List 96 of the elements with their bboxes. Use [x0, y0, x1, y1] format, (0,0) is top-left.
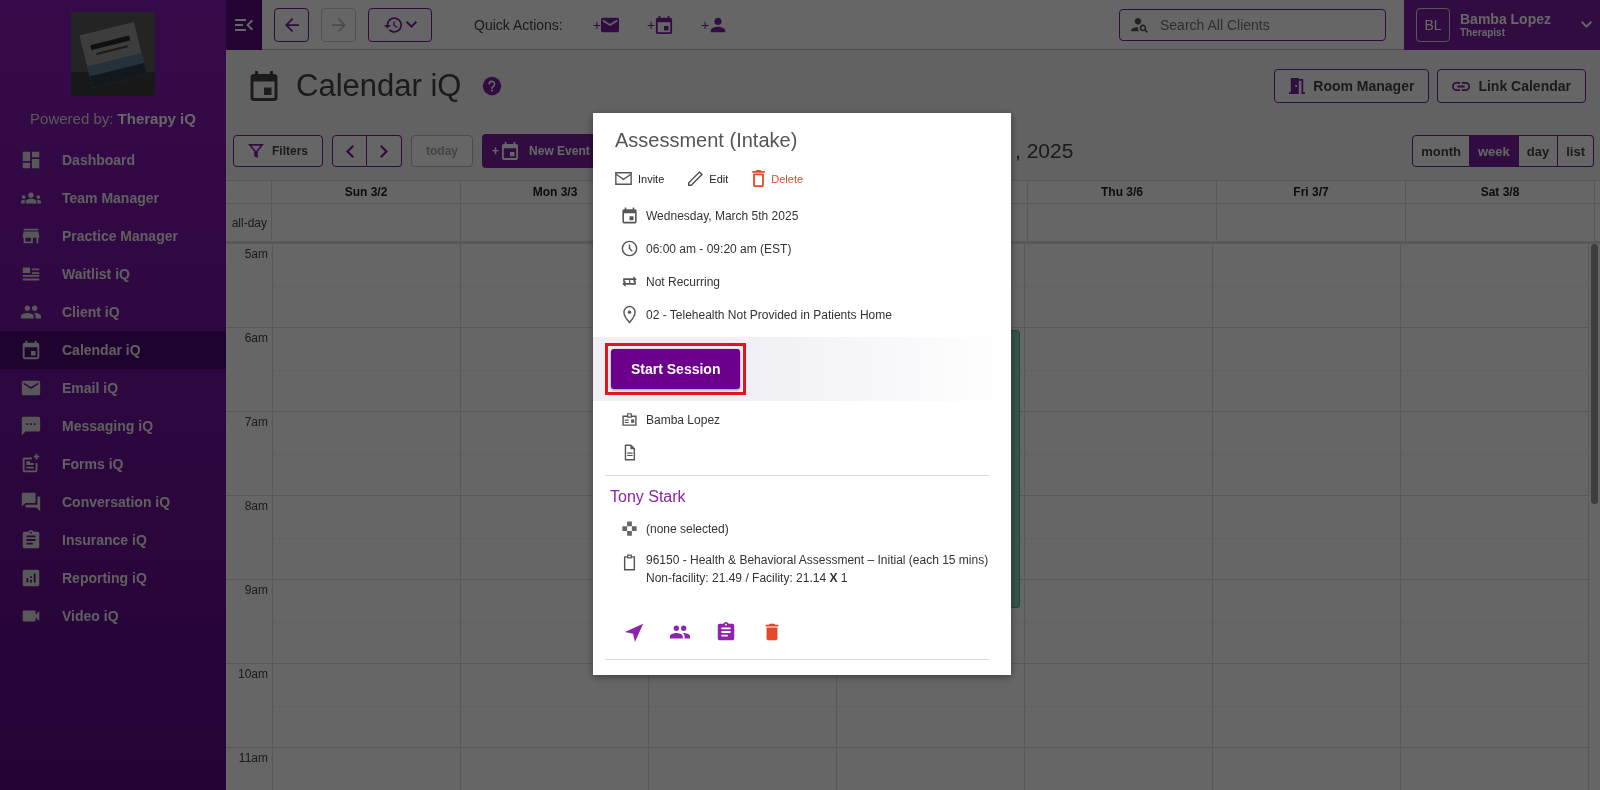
sidebar-item[interactable]: Client iQ	[0, 293, 226, 331]
edit-button[interactable]: Edit	[688, 170, 729, 187]
room-manager-button[interactable]: Room Manager	[1274, 69, 1430, 103]
day-header: Mon 3/3	[532, 185, 578, 199]
hour-label: 7am	[244, 415, 268, 429]
all-day-label: all-day	[231, 215, 267, 230]
sidebar-item[interactable]: Conversation iQ	[0, 483, 226, 521]
menu-button[interactable]	[226, 0, 262, 50]
sidebar-item[interactable]: Email iQ	[0, 369, 226, 407]
billing-code-text: Non-facility: 21.49 / Facility: 21.14 X 1	[646, 571, 849, 585]
day-header: Sun 3/2	[344, 185, 388, 199]
user-avatar: BL	[1416, 7, 1450, 42]
calendar-icon	[620, 206, 639, 225]
event-detail: Wednesday, March 5th 2025	[646, 208, 799, 223]
next-button[interactable]	[367, 135, 402, 167]
clipboard-icon[interactable]	[715, 621, 737, 643]
sidebar-item[interactable]: Calendar iQ	[0, 331, 226, 369]
event-detail: 02 - Telehealth Not Provided in Patients Home	[646, 307, 892, 322]
help-icon[interactable]	[481, 75, 504, 97]
hour-label: 5am	[244, 247, 268, 261]
user-menu[interactable]: BL Bamba Lopez Therapist	[1404, 0, 1600, 50]
quick-add-person-button[interactable]: +	[691, 15, 738, 34]
history-button[interactable]	[368, 7, 432, 42]
chat-icon	[20, 415, 42, 437]
user-role: Therapist	[1460, 27, 1506, 38]
client-name-link[interactable]: Tony Stark	[605, 488, 989, 506]
chevron-down-icon	[405, 21, 417, 28]
form-icon	[20, 453, 42, 475]
chart-icon	[20, 567, 42, 589]
quick-add-calendar-button[interactable]: +	[636, 15, 684, 34]
date-range-title: , 2025	[1015, 139, 1074, 162]
clipboard-icon	[20, 529, 42, 551]
invite-button[interactable]: Invite	[615, 170, 665, 187]
hour-label: 11am	[238, 751, 268, 765]
filters-button[interactable]: Filters	[233, 135, 323, 167]
view-tab[interactable]: week	[1470, 135, 1519, 167]
hour-label: 6am	[244, 331, 268, 345]
hour-label: 8am	[244, 499, 268, 513]
day-header: Fri 3/7	[1293, 185, 1329, 199]
event-detail: 06:00 am - 09:20 am (EST)	[646, 241, 792, 256]
chevron-right-icon	[380, 144, 388, 158]
delete-button[interactable]: Delete	[752, 170, 804, 187]
arrow-left-icon	[284, 17, 299, 32]
hour-label: 10am	[237, 667, 268, 681]
provider-name: Bamba Lopez	[646, 412, 721, 427]
pencil-icon	[688, 171, 704, 186]
sidebar-item[interactable]: Dashboard	[0, 141, 226, 179]
billing-code-text: 96150 - Health & Behavioral Assessment – Initial (each 15 mins)	[646, 553, 989, 567]
day-header: Thu 3/6	[1101, 185, 1143, 199]
mail-icon	[615, 172, 632, 185]
menu-collapse-icon	[235, 18, 253, 31]
person-icon	[709, 15, 728, 34]
clock-icon	[620, 239, 639, 258]
chevron-down-icon	[1581, 21, 1592, 28]
calendar-icon	[502, 142, 519, 160]
mail-icon	[600, 15, 619, 34]
sidebar-item[interactable]: Team Manager	[0, 179, 226, 217]
sidebar-item[interactable]: Messaging iQ	[0, 407, 226, 445]
sidebar-item[interactable]: Video iQ	[0, 597, 226, 635]
filter-icon	[248, 144, 264, 158]
send-icon[interactable]	[623, 621, 645, 643]
event-title: Assessment (Intake)	[614, 129, 799, 152]
id-badge-icon	[620, 410, 639, 429]
event-detail: Not Recurring	[646, 274, 721, 289]
page-title: Calendar iQ	[296, 68, 462, 104]
chevron-left-icon	[345, 144, 354, 158]
arrow-right-icon	[331, 17, 346, 32]
history-icon	[383, 16, 402, 33]
user-name: Bamba Lopez	[1460, 11, 1552, 27]
powered-by-text: Powered by: Therapy iQ	[30, 110, 196, 127]
trash-icon	[752, 170, 766, 187]
sidebar-item[interactable]: Reporting iQ	[0, 559, 226, 597]
service-value: (none selected)	[646, 521, 729, 536]
view-tab[interactable]: list	[1558, 135, 1594, 167]
sidebar-item[interactable]: Practice Manager	[0, 217, 226, 255]
calendar-icon	[20, 339, 42, 361]
back-button[interactable]	[274, 7, 309, 42]
previous-button[interactable]	[332, 135, 367, 167]
sidebar-item[interactable]: Insurance iQ	[0, 521, 226, 559]
sidebar-item[interactable]: Waitlist iQ	[0, 255, 226, 293]
door-icon	[1289, 78, 1306, 94]
view-tab[interactable]: month	[1412, 135, 1470, 167]
dashboard-icon	[20, 149, 42, 171]
sidebar-item[interactable]: Forms iQ	[0, 445, 226, 483]
quick-add-mail-button[interactable]: +	[582, 15, 629, 34]
location-pin-icon	[620, 305, 639, 324]
start-session-button[interactable]: Start Session	[611, 349, 741, 389]
view-tab[interactable]: day	[1518, 135, 1559, 167]
scrollbar[interactable]	[1591, 244, 1598, 504]
chat-icon	[20, 491, 42, 513]
link-calendar-button[interactable]: Link Calendar	[1437, 69, 1586, 103]
hour-label: 9am	[244, 583, 268, 597]
calendar-icon	[655, 15, 674, 34]
quick-actions-label: Quick Actions:	[474, 16, 563, 33]
link-icon	[1452, 81, 1471, 91]
day-header: Sat 3/8	[1480, 185, 1520, 199]
